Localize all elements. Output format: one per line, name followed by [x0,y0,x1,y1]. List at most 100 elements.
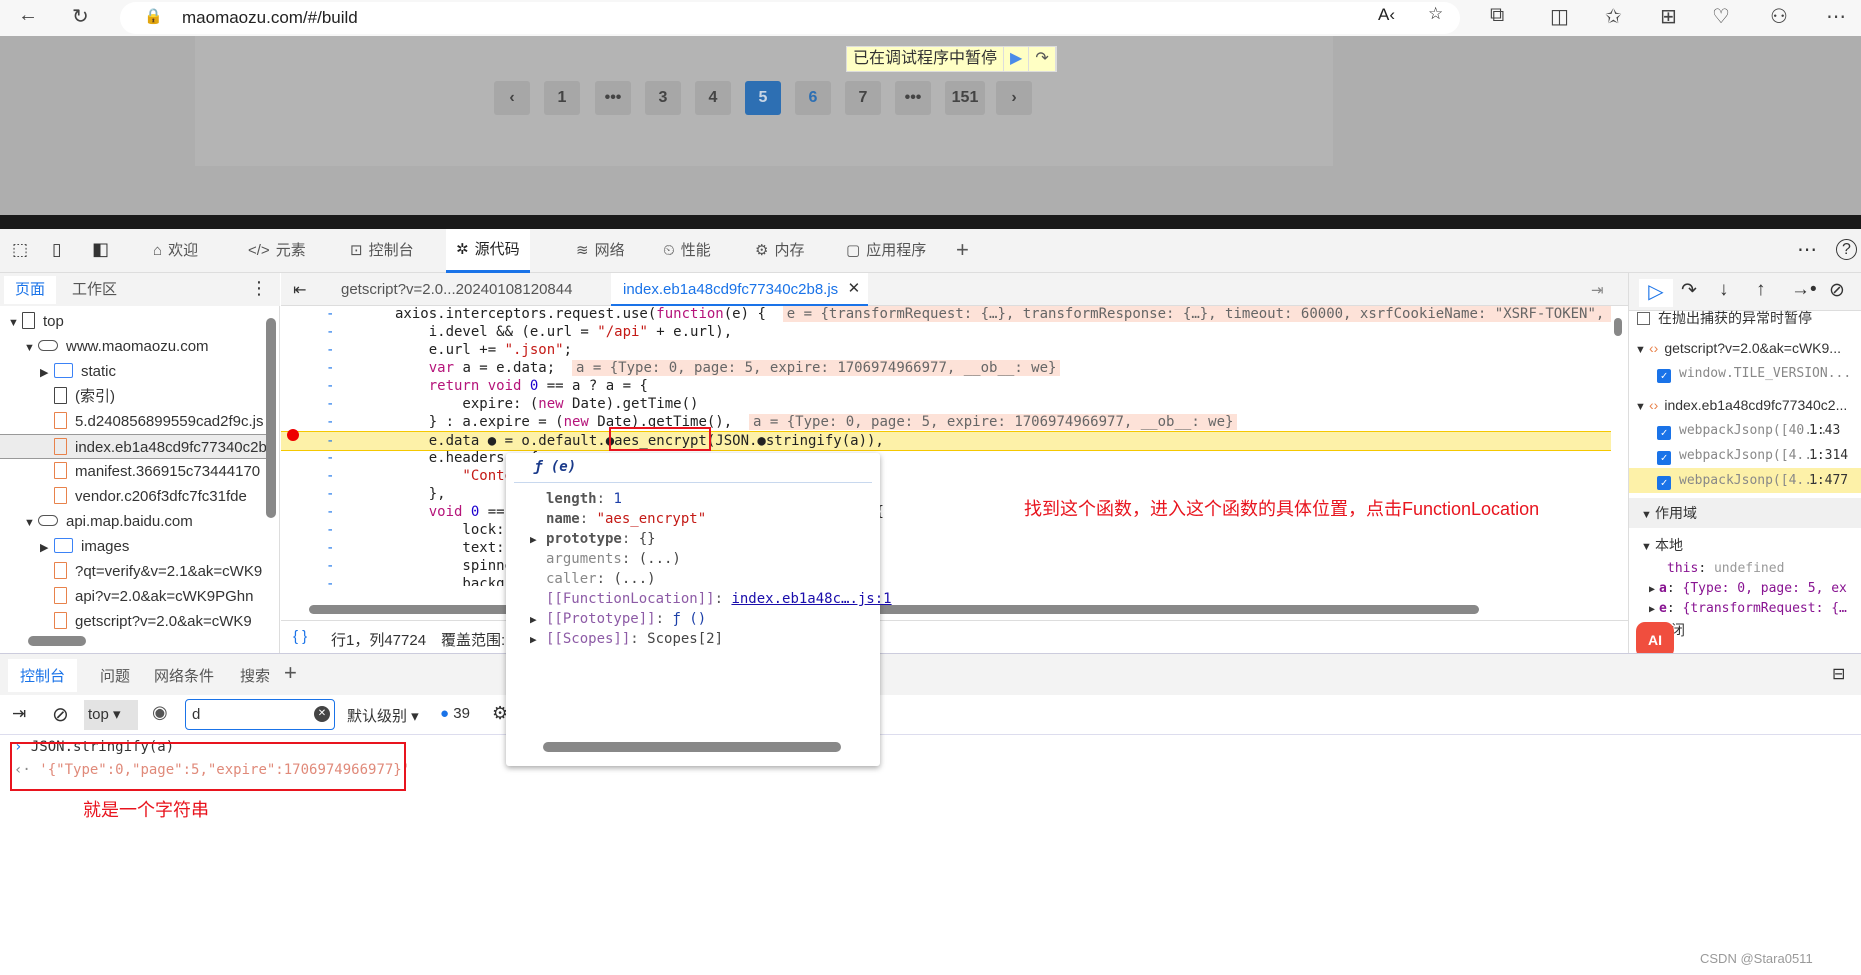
checkbox-checked-icon[interactable]: ✓ [1657,476,1671,490]
code-line[interactable]: - e.data ● = o.default.●aes_encrypt(JSON… [281,431,1611,451]
read-aloud-icon[interactable]: A‹ [1378,5,1395,25]
tree-item[interactable]: index.eb1a48cd9fc77340c2b8.js [0,434,268,459]
checkbox-checked-icon[interactable]: ✓ [1657,451,1671,465]
inspect-icon[interactable]: ⬚ [12,240,28,260]
breakpoint-file[interactable]: ▼ ‹› index.eb1a48cd9fc77340c2... [1629,393,1861,418]
code-line[interactable]: - var a = e.data; a = {Type: 0, page: 5,… [281,359,1611,377]
expand-arrow-icon[interactable]: ▶ [40,536,54,559]
drawer-tab[interactable]: 问题 [88,659,142,692]
pagination-item[interactable]: ‹ [494,81,530,115]
expand-arrow-icon[interactable]: ▶ [1649,604,1655,615]
code-area[interactable]: - axios.interceptors.request.use(function… [281,306,1611,586]
code-line[interactable]: - e.headers = { [281,449,1611,467]
code-line[interactable]: - text: [281,539,1611,557]
clear-console-icon[interactable]: ⊘ [52,702,69,727]
step-over-icon[interactable]: ↷ [1029,47,1056,71]
breakpoint-item[interactable]: ✓ window.TILE_VERSION... [1629,361,1861,386]
breakpoint-item[interactable]: ✓ webpackJsonp([4... 1:477 [1629,468,1861,493]
live-expression-icon[interactable]: ◉ [152,702,168,723]
step-into-icon[interactable]: ↓ [1719,279,1729,301]
tree-item[interactable]: manifest.366915c73444170 [0,459,268,484]
tab-3[interactable]: ✲ 源代码 [446,229,530,273]
pagination-item[interactable]: 5 [745,81,781,115]
profile-icon[interactable]: ⚇ [1770,4,1788,29]
tab-6[interactable]: ⚙ 内存 [745,229,814,273]
tree-item[interactable]: 5.d240856899559cad2f9c.js [0,409,268,434]
tab-1[interactable]: </> 元素 [238,229,316,273]
address-bar[interactable]: 🔒 maomaozu.com/#/build A‹ ☆ [120,2,1460,34]
breakpoint-marker[interactable] [287,429,299,441]
breakpoint-item[interactable]: ✓ webpackJsonp([4... 1:314 [1629,443,1861,468]
log-level-select[interactable]: 默认级别 ▾ [347,705,419,726]
expand-arrow-icon[interactable]: ▼ [1635,395,1649,418]
tree-item[interactable]: ▶ static [0,359,268,384]
code-line[interactable]: - expire: (new Date).getTime() [281,395,1611,413]
editor-tab-getscript[interactable]: getscript?v=2.0...20240108120844 [341,281,572,298]
tab-7[interactable]: ▢ 应用程序 [836,229,936,273]
pagination-item[interactable]: › [996,81,1032,115]
tab-2[interactable]: ⊡ 控制台 [340,229,424,273]
property-row[interactable]: ▶ [[Scopes]]: Scopes[2] [530,629,723,649]
code-line[interactable]: - axios.interceptors.request.use(function… [281,306,1611,323]
checkbox-checked-icon[interactable]: ✓ [1657,426,1671,440]
add-drawer-tab-icon[interactable]: + [284,660,297,686]
expand-arrow-icon[interactable]: ▼ [1635,338,1649,361]
pagination-item[interactable]: 7 [845,81,881,115]
tree-item[interactable]: ▶ images [0,534,268,559]
tab-workspace[interactable]: 工作区 [72,276,117,304]
code-line[interactable]: - background [281,575,1611,586]
add-tab-icon[interactable]: + [956,237,969,263]
code-line[interactable]: - e.url += ".json"; [281,341,1611,359]
step-icon[interactable]: →• [1791,279,1817,301]
dock-icon[interactable]: ◧ [92,239,109,260]
context-select[interactable]: top ▾ [84,700,138,730]
pagination-item[interactable]: 151 [945,81,985,115]
pagination-item[interactable]: ••• [895,81,931,115]
pagination-item[interactable]: 1 [544,81,580,115]
dock-drawer-icon[interactable]: ⊟ [1832,664,1845,684]
collections-icon[interactable]: ⊞ [1660,4,1677,29]
tab-0[interactable]: ⌂ 欢迎 [143,229,208,273]
tree-item[interactable]: vendor.c206f3dfc7fc31fde [0,484,268,509]
tree-item[interactable]: getscript?v=2.0&ak=cWK9 [0,609,268,634]
sidebar-toggle-icon[interactable]: ⇥ [12,704,26,724]
message-count[interactable]: ● 39 [440,705,470,722]
pagination-item[interactable]: 6 [795,81,831,115]
back-icon[interactable]: ← [18,4,38,27]
code-scrollbar[interactable] [1614,318,1622,336]
favorite-icon[interactable]: ☆ [1428,4,1443,24]
more-icon[interactable]: ⋯ [1826,4,1846,29]
clear-filter-icon[interactable]: ✕ [314,706,330,722]
help-icon[interactable]: ? [1836,239,1857,260]
resume-icon[interactable]: ▶ [1004,47,1030,71]
drawer-tab[interactable]: 网络条件 [142,659,226,692]
pagination-item[interactable]: 3 [645,81,681,115]
code-line[interactable]: - i.devel && (e.url = "/api" + e.url), [281,323,1611,341]
property-row[interactable]: [[FunctionLocation]]: index.eb1a48c….js:… [530,589,892,609]
pagination-item[interactable]: ••• [595,81,631,115]
favorites-icon[interactable]: ✩ [1605,4,1622,29]
split-screen-icon[interactable]: ◫ [1550,4,1569,29]
popover-hscrollbar[interactable] [543,742,841,752]
tree-item[interactable]: ▼ api.map.baidu.com [0,509,268,534]
device-toolbar-icon[interactable]: ▯ [52,240,61,260]
tree-item[interactable]: ▼ www.maomaozu.com [0,334,268,359]
resume-icon[interactable]: ▷ [1639,279,1673,307]
more-options-icon[interactable]: ⋯ [1797,237,1817,262]
drawer-tab[interactable]: 搜索 [228,659,282,692]
checkbox[interactable] [1637,312,1650,325]
nav-hscrollbar[interactable] [28,636,86,646]
lock-icon[interactable]: 🔒 [144,7,163,25]
pretty-print-button[interactable]: { } [293,628,307,645]
pause-caught-option[interactable]: 在抛出捕获的异常时暂停 [1629,306,1861,331]
expand-arrow-icon[interactable]: ▼ [8,311,22,334]
extensions-icon[interactable]: ⧉ [1490,4,1504,27]
function-location-link[interactable]: index.eb1a48c….js:1 [731,591,891,607]
step-over-icon[interactable]: ↷ [1681,279,1697,302]
step-out-icon[interactable]: ↑ [1756,279,1766,301]
expand-arrow-icon[interactable]: ▶ [40,361,54,384]
nav-scrollbar[interactable] [266,318,276,518]
code-line[interactable]: - } : a.expire = (new Date).getTime(), a… [281,413,1611,431]
toggle-navigator-icon[interactable]: ⇤ [293,280,306,300]
tab-5[interactable]: ⏲ 性能 [653,229,721,273]
